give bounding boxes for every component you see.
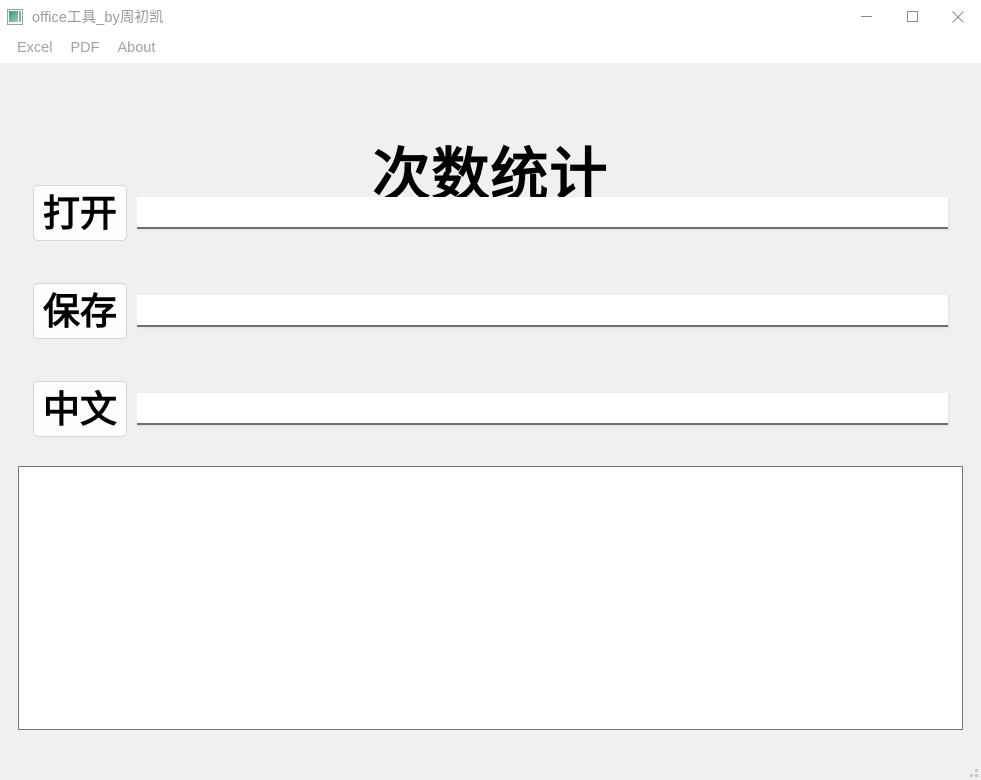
form-row-keyword: 中文: [0, 381, 981, 437]
app-icon-swatch: [9, 11, 18, 22]
chinese-button[interactable]: 中文: [33, 381, 127, 437]
form-row-save: 保存: [0, 283, 981, 339]
form-row-open: 打开: [0, 185, 981, 241]
open-button[interactable]: 打开: [33, 185, 127, 241]
menu-bar: Excel PDF About: [0, 33, 981, 63]
save-path-input[interactable]: [137, 295, 948, 327]
maximize-icon[interactable]: [889, 0, 935, 33]
minimize-icon[interactable]: [843, 0, 889, 33]
menu-item-pdf[interactable]: PDF: [61, 37, 108, 59]
window-title: office工具_by周初凯: [32, 10, 164, 26]
resize-grip-icon[interactable]: [965, 764, 978, 777]
keyword-input[interactable]: [137, 393, 948, 425]
menu-item-about[interactable]: About: [108, 37, 164, 59]
open-path-input[interactable]: [137, 197, 948, 229]
output-textarea[interactable]: [18, 466, 963, 730]
main-content: 次数统计 打开 保存 中文: [0, 63, 981, 780]
window-controls: [843, 0, 981, 33]
close-icon[interactable]: [935, 0, 981, 33]
menu-item-excel[interactable]: Excel: [8, 37, 61, 59]
title-bar: office工具_by周初凯: [0, 0, 981, 33]
app-icon-bar: [19, 11, 21, 22]
save-button[interactable]: 保存: [33, 283, 127, 339]
app-image-icon: [7, 8, 23, 25]
